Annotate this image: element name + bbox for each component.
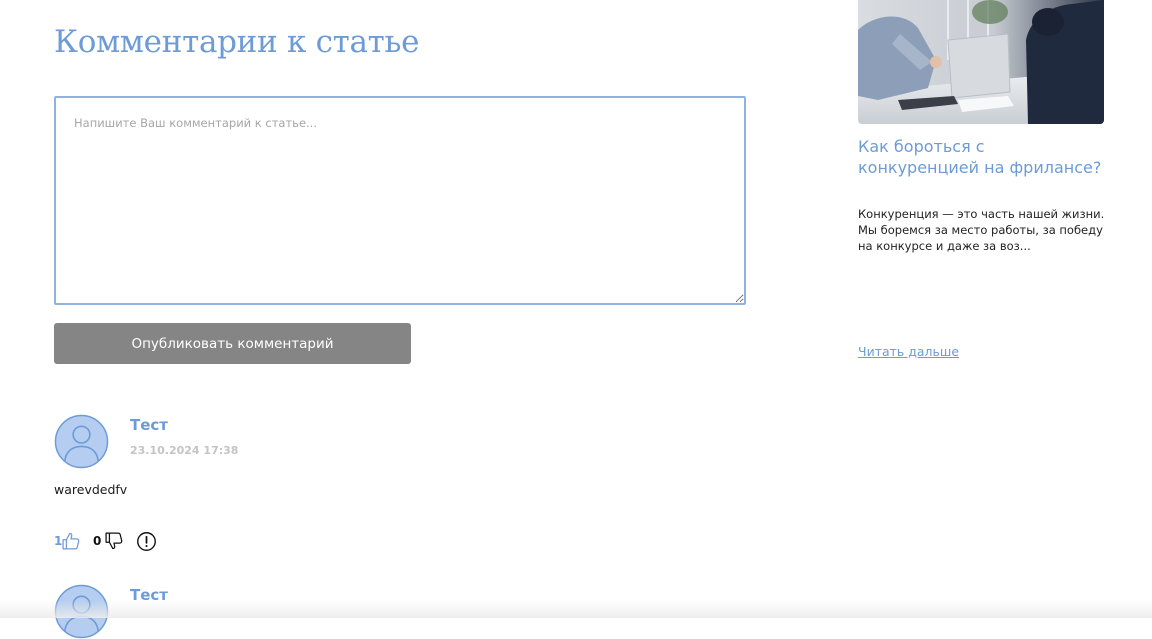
- user-avatar-icon: [54, 584, 109, 639]
- exclamation-circle-icon[interactable]: [136, 531, 157, 552]
- page-title: Комментарии к статье: [54, 24, 420, 60]
- bottom-fade: [0, 600, 1152, 618]
- comment-textarea[interactable]: [54, 96, 746, 305]
- read-more-link[interactable]: Читать дальше: [858, 344, 959, 359]
- user-avatar-icon: [54, 414, 109, 469]
- thumbs-down-icon[interactable]: [104, 531, 124, 551]
- comment-reactions: 1 0: [54, 531, 184, 553]
- comment-text: warevdedfv: [54, 482, 128, 497]
- comment-date: 23.10.2024 17:38: [130, 444, 239, 457]
- article-image[interactable]: [858, 0, 1104, 124]
- publish-comment-button[interactable]: Опубликовать комментарий: [54, 323, 411, 364]
- article-title[interactable]: Как бороться с конкуренцией на фрилансе?: [858, 137, 1104, 178]
- article-excerpt: Конкуренция — это часть нашей жизни. Мы …: [858, 207, 1105, 253]
- dislike-count: 0: [93, 534, 102, 548]
- comment-author: Тест: [130, 416, 168, 434]
- comment-author: Тест: [130, 586, 168, 604]
- article-photo: [858, 0, 1104, 124]
- thumbs-up-icon[interactable]: [61, 531, 81, 551]
